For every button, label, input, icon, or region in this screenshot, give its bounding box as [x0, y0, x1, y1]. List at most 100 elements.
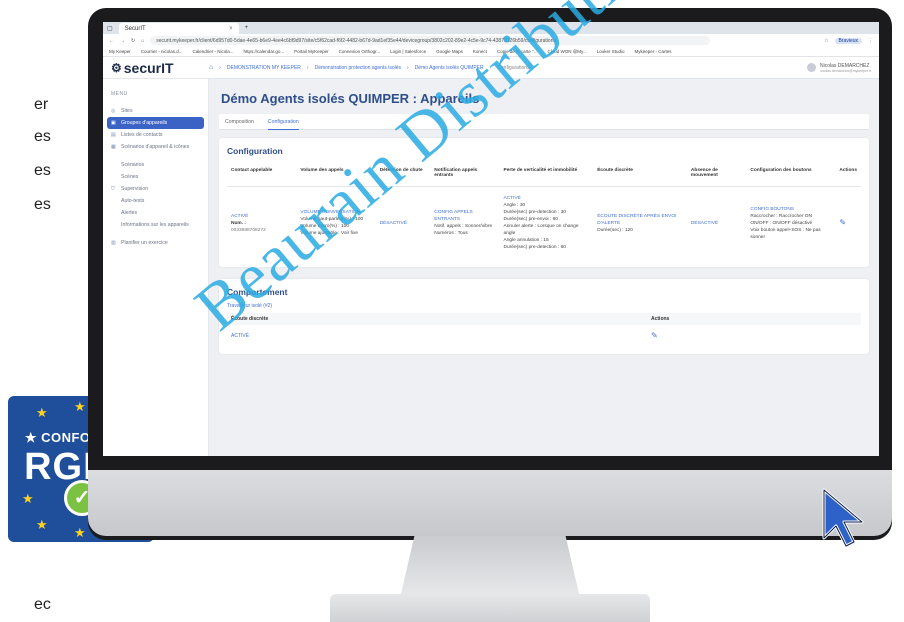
- bookmark-star-icon[interactable]: ☆: [824, 38, 828, 44]
- sidebar-item-planifier[interactable]: ▥ Planifier un exercice: [103, 237, 208, 249]
- status-badge: DÉSACTIVÉ: [690, 220, 719, 226]
- close-icon[interactable]: ×: [229, 26, 233, 32]
- perte-line: Durée(sec) pre-detection : 30: [503, 210, 566, 215]
- ecoute-line: Durée(sec) : 120: [597, 227, 633, 233]
- notif-head: CONFIG APPELS ENTRANTS: [434, 210, 473, 222]
- edit-icon[interactable]: ✎: [651, 331, 658, 340]
- sidebar-item-label: Alertes: [121, 210, 138, 216]
- window-controls-icon[interactable]: ▢: [107, 25, 113, 32]
- breadcrumb-item[interactable]: DEMONSTRATION MY KEEPER: [227, 65, 301, 71]
- star-icon: ★: [22, 491, 34, 506]
- sidebar: MENU ◎ Sites ▣ Groupes d'appareils ▤ Lis…: [103, 79, 209, 456]
- sidebar-item-alertes[interactable]: Alertes: [103, 207, 208, 219]
- col-header: Volume des appels: [296, 162, 376, 187]
- tab-configuration[interactable]: Configuration: [267, 119, 299, 130]
- screen: ▢ SecurIT × + ← → ↻ ⌂ securit.mykeeper.f…: [103, 22, 879, 456]
- monitor-base: [330, 594, 650, 622]
- cursor-arrow-icon: [822, 488, 864, 548]
- sidebar-item-label: Informations sur les appareils: [121, 222, 189, 228]
- forward-icon[interactable]: →: [120, 38, 125, 44]
- breadcrumb-sep: ›: [407, 64, 409, 71]
- breadcrumb-sep: ›: [306, 64, 309, 71]
- bookmark-item[interactable]: Mykeeper - Cartes: [635, 49, 672, 54]
- col-header: Détection de chute: [375, 162, 431, 187]
- browser-tab[interactable]: SecurIT ×: [118, 23, 239, 34]
- bookmark-item[interactable]: Google Maps: [436, 49, 463, 54]
- bookmark-item[interactable]: https://calendar.go...: [244, 49, 285, 54]
- notif-line: Numéros : Tous: [434, 231, 468, 236]
- sidebar-item-label: Scènes: [121, 174, 139, 180]
- perte-line: Angle annulation : 15: [503, 238, 549, 243]
- volume-line: Volume micro(%) : 100: [300, 224, 349, 229]
- bookmark-item[interactable]: My Keeper: [109, 49, 131, 54]
- page-title: Démo Agents isolés QUIMPER : Appareils: [221, 91, 480, 106]
- sidebar-item-label: Scénarios: [121, 162, 145, 168]
- sidebar-item-scenarios-appareil[interactable]: ▦ Scénarios d'appareil & icônes: [103, 141, 208, 159]
- breadcrumb-item[interactable]: Démonstration protection agents isolés: [315, 65, 401, 71]
- cell-absence: DÉSACTIVÉ: [687, 187, 746, 260]
- volume-head: VOLUME CONVERSATION: [300, 210, 361, 215]
- col-header: Perte de verticalité et immobilité: [499, 162, 594, 187]
- reload-icon[interactable]: ↻: [131, 38, 135, 44]
- monitor-stand: [400, 536, 580, 598]
- comportement-card: Comportement Travailleur isolé (#2) Écou…: [219, 279, 869, 354]
- profile-button[interactable]: Bravieux: [834, 37, 862, 44]
- breadcrumb-sep: ›: [219, 64, 221, 71]
- sidebar-item-sites[interactable]: ◎ Sites: [103, 105, 208, 117]
- home-icon[interactable]: ⌂: [141, 38, 144, 44]
- scenario-icon: ▦: [111, 144, 116, 150]
- breadcrumb-item[interactable]: Démo Agents isolés QUIMPER: [415, 65, 484, 71]
- contacts-icon: ▤: [111, 132, 116, 138]
- sidebar-item-label: Auto-tests: [121, 198, 145, 204]
- status-badge: ACTIVÉ: [231, 332, 250, 339]
- configuration-table: Contact appelable Volume des appels Déte…: [227, 162, 861, 259]
- device-group-icon: ▣: [111, 120, 116, 126]
- bookmark-item[interactable]: Portail MyKeeper: [294, 49, 329, 54]
- boutons-head: CONFIG BOUTONS: [750, 206, 795, 212]
- bookmark-item[interactable]: Calendrier - Nicola...: [193, 49, 234, 54]
- col-header: Configuration des boutons: [746, 162, 836, 187]
- ecoute-head: ÉCOUTE DISCRÈTE APRÈS ENVOI D'ALERTE: [597, 213, 677, 226]
- bookmark-item[interactable]: Copie de la carte "...: [497, 49, 538, 54]
- bookmark-item[interactable]: Konect: [473, 49, 487, 54]
- perte-line: Durée(sec) pre-detection : 60: [503, 245, 566, 250]
- sidebar-item-label: Scénarios d'appareil & icônes: [121, 144, 190, 150]
- sidebar-item-informations[interactable]: Informations sur les appareils: [103, 219, 208, 237]
- bookmark-item[interactable]: Login | Salesforce: [390, 49, 426, 54]
- new-tab-button[interactable]: +: [245, 25, 249, 31]
- menu-icon[interactable]: ⋮: [868, 38, 873, 44]
- status-badge: ACTIVÉ: [231, 213, 249, 219]
- logo[interactable]: ⚙ securIT: [103, 60, 209, 76]
- home-icon[interactable]: ⌂: [209, 64, 213, 71]
- notif-line: Notif. appels : Sonner/vibre: [434, 224, 493, 229]
- cell-perte: ACTIVÉ Angle : 30 Durée(sec) pre-detecti…: [500, 187, 594, 260]
- star-icon: ★: [74, 525, 86, 540]
- sidebar-item-groupes[interactable]: ▣ Groupes d'appareils: [107, 117, 204, 129]
- user-menu[interactable]: Nicolas DEMARCHEZ nicolas.demarchez@myke…: [806, 62, 879, 73]
- sidebar-item-scenes[interactable]: Scènes: [103, 171, 208, 183]
- bookmark-item[interactable]: Connexion Orthogr...: [339, 49, 381, 54]
- sidebar-item-scenarios[interactable]: Scénarios: [103, 159, 208, 171]
- sidebar-item-label: Planifier un exercice: [121, 240, 168, 246]
- location-icon: ◎: [111, 108, 116, 114]
- star-icon: ★: [36, 405, 48, 420]
- edge-text-1: er: [34, 96, 49, 113]
- num-value: 0033688708272: [231, 227, 266, 233]
- tab-composition[interactable]: Composition: [225, 119, 254, 125]
- bookmark-item[interactable]: Cloud WON @My...: [547, 49, 586, 54]
- sidebar-item-autotests[interactable]: Auto-tests: [103, 195, 208, 207]
- cell-boutons: CONFIG BOUTONS Raccrocher : Raccrocher O…: [746, 187, 835, 260]
- bookmark-item[interactable]: Courrier - nicolas.d...: [141, 49, 183, 54]
- url-input[interactable]: securit.mykeeper.fr/client/6d957d0-5dae-…: [150, 36, 711, 45]
- breadcrumb-sep: ›: [489, 64, 492, 71]
- edit-icon[interactable]: ✎: [839, 218, 846, 227]
- logo-text: securIT: [123, 59, 174, 76]
- user-name: Nicolas DEMARCHEZ: [819, 62, 870, 69]
- supervision-icon: ⛉: [111, 185, 115, 192]
- sidebar-item-label: Listes de contacts: [121, 132, 163, 138]
- perte-line: Durée(sec) pre-envoi : 60: [503, 217, 558, 222]
- bookmark-item[interactable]: Looker Studio: [597, 49, 625, 54]
- sidebar-item-supervision[interactable]: ⛉ Supervision: [103, 183, 208, 195]
- back-icon[interactable]: ←: [109, 38, 114, 44]
- sidebar-item-contacts[interactable]: ▤ Listes de contacts: [103, 129, 208, 141]
